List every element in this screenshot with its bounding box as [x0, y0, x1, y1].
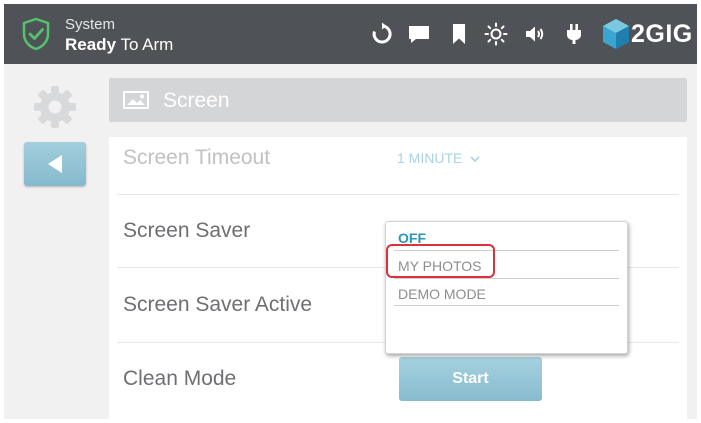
top-bar: System Ready To Arm 2GIG: [4, 4, 697, 64]
highlight-annotation: [386, 244, 495, 278]
dropdown-divider: [394, 305, 619, 306]
brightness-icon[interactable]: [484, 22, 508, 46]
arm-status[interactable]: Ready To Arm: [65, 35, 173, 55]
screen-saver-dropdown[interactable]: OFF MY PHOTOS DEMO MODE: [385, 221, 628, 354]
page-title: Screen: [163, 89, 230, 112]
gear-icon[interactable]: [32, 84, 78, 130]
message-icon[interactable]: [407, 22, 431, 46]
row-label-screen-saver-active: Screen Saver Active: [123, 293, 313, 316]
row-divider: [117, 194, 679, 195]
screen-timeout-select[interactable]: 1 MINUTE: [397, 150, 480, 166]
arm-status-rest: To Arm: [116, 35, 174, 54]
dropdown-option-demo-mode[interactable]: DEMO MODE: [398, 286, 486, 302]
screen-timeout-value: 1 MINUTE: [397, 150, 463, 166]
row-label-screen-saver: Screen Saver: [123, 219, 251, 242]
2gig-cube-icon: [603, 19, 629, 49]
row-label-screen-timeout: Screen Timeout: [123, 146, 271, 169]
screen-frame: System Ready To Arm 2GIG Screen Screen T…: [4, 4, 697, 419]
refresh-icon[interactable]: [370, 22, 394, 46]
back-arrow-icon: [48, 155, 62, 173]
system-status-label: System: [65, 16, 116, 33]
chevron-down-icon: [470, 156, 480, 163]
clean-mode-start-button[interactable]: Start: [399, 357, 542, 401]
brand-logo-text: 2GIG: [631, 20, 693, 48]
power-plug-icon[interactable]: [562, 22, 586, 46]
volume-icon[interactable]: [523, 22, 547, 46]
dropdown-divider: [394, 278, 619, 279]
page-header: Screen: [109, 78, 687, 122]
row-label-clean-mode: Clean Mode: [123, 367, 237, 390]
bookmark-icon[interactable]: [447, 22, 471, 46]
picture-icon: [123, 91, 149, 109]
arm-status-bold: Ready: [65, 35, 117, 54]
shield-check-icon[interactable]: [21, 17, 51, 51]
back-button[interactable]: [24, 142, 86, 186]
